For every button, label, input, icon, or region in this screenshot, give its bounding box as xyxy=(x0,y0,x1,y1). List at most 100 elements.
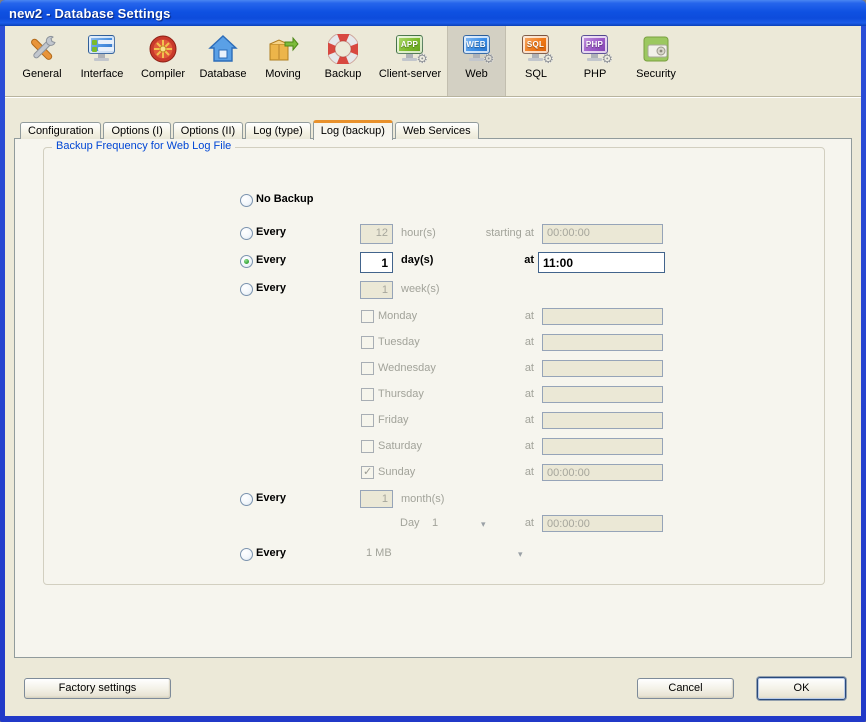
every-size-label: Every xyxy=(256,547,286,559)
tab-log-type[interactable]: Log (type) xyxy=(245,122,311,139)
toolbar-item-moving[interactable]: Moving xyxy=(253,26,313,96)
radio-every-hours[interactable] xyxy=(240,227,253,240)
checkbox-wednesday xyxy=(361,362,374,375)
month-day-value: 1 xyxy=(432,517,438,529)
friday-time-field xyxy=(542,412,663,429)
toolbar-label-php: PHP xyxy=(584,68,607,80)
php-monitor-icon: PHP ⚙ xyxy=(577,33,613,65)
weeks-count-field: 1 xyxy=(360,281,393,299)
tuesday-time-field xyxy=(542,334,663,351)
tab-log-backup[interactable]: Log (backup) xyxy=(313,120,393,140)
radio-every-weeks[interactable] xyxy=(240,283,253,296)
thursday-at-label: at xyxy=(446,388,534,400)
checkbox-thursday xyxy=(361,388,374,401)
factory-settings-button[interactable]: Factory settings xyxy=(24,678,171,699)
days-time-input[interactable] xyxy=(538,252,665,273)
app-monitor-icon: APP ⚙ xyxy=(392,33,428,65)
friday-at-label: at xyxy=(446,414,534,426)
checkbox-saturday xyxy=(361,440,374,453)
wednesday-at-label: at xyxy=(446,362,534,374)
cancel-button[interactable]: Cancel xyxy=(637,678,734,699)
toolbar-item-php[interactable]: PHP ⚙ PHP xyxy=(566,26,624,96)
dialog-window: new2 - Database Settings General xyxy=(0,0,866,722)
titlebar[interactable]: new2 - Database Settings xyxy=(0,0,866,26)
tab-options-1[interactable]: Options (I) xyxy=(103,122,170,139)
months-unit-label: month(s) xyxy=(401,493,444,505)
tab-web-services[interactable]: Web Services xyxy=(395,122,479,139)
thursday-label: Thursday xyxy=(378,388,424,400)
toolbar-item-security[interactable]: Security xyxy=(624,26,688,96)
gear-icon: ⚙ xyxy=(601,53,613,66)
toolbar-label-web: Web xyxy=(465,68,487,80)
toolbar-item-general[interactable]: General xyxy=(13,26,71,96)
toolbar-item-client-server[interactable]: APP ⚙ Client-server xyxy=(373,26,447,96)
friday-label: Friday xyxy=(378,414,409,426)
toolbar-label-general: General xyxy=(22,68,61,80)
monday-time-field xyxy=(542,308,663,325)
toolbar-label-database: Database xyxy=(199,68,246,80)
every-days-label: Every xyxy=(256,254,286,266)
saturday-time-field xyxy=(542,438,663,455)
weeks-unit-label: week(s) xyxy=(401,283,440,295)
sunday-at-label: at xyxy=(446,466,534,478)
toolbar-label-interface: Interface xyxy=(81,68,124,80)
every-months-label: Every xyxy=(256,492,286,504)
settings-tab-strip: Configuration Options (I) Options (II) L… xyxy=(20,119,481,139)
starting-at-label: starting at xyxy=(446,227,534,239)
tuesday-at-label: at xyxy=(446,336,534,348)
radio-every-days[interactable] xyxy=(240,255,253,268)
checkbox-sunday xyxy=(361,466,374,479)
hours-start-time-field: 00:00:00 xyxy=(542,224,663,244)
month-day-label: Day xyxy=(400,517,420,529)
radio-every-months[interactable] xyxy=(240,493,253,506)
compiler-wheel-icon xyxy=(145,33,181,65)
month-at-label: at xyxy=(446,517,534,529)
hours-unit-label: hour(s) xyxy=(401,227,436,239)
toolbar-label-moving: Moving xyxy=(265,68,300,80)
checkbox-friday xyxy=(361,414,374,427)
window-title: new2 - Database Settings xyxy=(9,6,171,21)
toolbar-item-compiler[interactable]: Compiler xyxy=(133,26,193,96)
toolbar-label-compiler: Compiler xyxy=(141,68,185,80)
checkbox-monday xyxy=(361,310,374,323)
toolbar-item-backup[interactable]: Backup xyxy=(313,26,373,96)
gear-icon: ⚙ xyxy=(416,53,428,66)
size-dropdown-arrow-icon: ▾ xyxy=(518,549,523,560)
toolbar-label-security: Security xyxy=(636,68,676,80)
dialog-client-area: General Interface xyxy=(5,26,861,716)
toolbar-item-database[interactable]: Database xyxy=(193,26,253,96)
wednesday-label: Wednesday xyxy=(378,362,436,374)
sunday-label: Sunday xyxy=(378,466,415,478)
web-monitor-icon: WEB ⚙ xyxy=(459,33,495,65)
sql-monitor-icon: SQL ⚙ xyxy=(518,33,554,65)
saturday-at-label: at xyxy=(446,440,534,452)
gear-icon: ⚙ xyxy=(542,53,554,66)
toolbar-label-sql: SQL xyxy=(525,68,547,80)
moving-box-icon xyxy=(265,33,301,65)
size-value-label: 1 MB xyxy=(366,547,392,559)
every-hours-label: Every xyxy=(256,226,286,238)
tools-icon xyxy=(24,33,60,65)
tab-options-2[interactable]: Options (II) xyxy=(173,122,243,139)
toolbar-label-client-server: Client-server xyxy=(379,68,441,80)
days-unit-label: day(s) xyxy=(401,254,433,266)
days-count-input[interactable] xyxy=(360,252,393,273)
groupbox-title: Backup Frequency for Web Log File xyxy=(52,140,235,152)
saturday-label: Saturday xyxy=(378,440,422,452)
settings-category-toolbar: General Interface xyxy=(5,26,861,97)
no-backup-label: No Backup xyxy=(256,193,313,205)
security-icon xyxy=(638,33,674,65)
monday-label: Monday xyxy=(378,310,417,322)
every-weeks-label: Every xyxy=(256,282,286,294)
radio-no-backup[interactable] xyxy=(240,194,253,207)
toolbar-item-interface[interactable]: Interface xyxy=(71,26,133,96)
ok-button[interactable]: OK xyxy=(757,677,846,700)
tab-configuration[interactable]: Configuration xyxy=(20,122,101,139)
months-count-field: 1 xyxy=(360,490,393,508)
toolbar-item-sql[interactable]: SQL ⚙ SQL xyxy=(506,26,566,96)
thursday-time-field xyxy=(542,386,663,403)
toolbar-item-web[interactable]: WEB ⚙ Web xyxy=(447,26,506,96)
month-time-field: 00:00:00 xyxy=(542,515,663,532)
radio-every-size[interactable] xyxy=(240,548,253,561)
gear-icon: ⚙ xyxy=(483,53,495,66)
